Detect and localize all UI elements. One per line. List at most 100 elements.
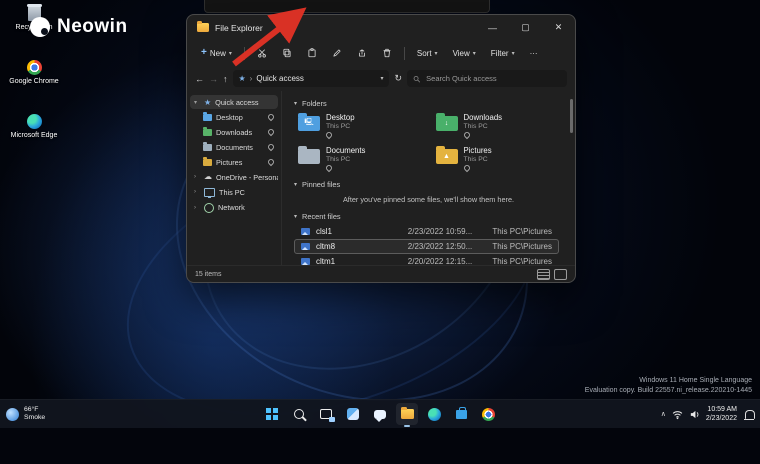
folder-tile-desktop[interactable]: 🖳 Desktop This PC [294,111,426,142]
minimize-button[interactable]: — [476,15,509,40]
documents-folder-icon [203,144,212,151]
chat-button[interactable] [369,403,391,425]
share-icon [357,48,367,58]
sidebar-item-label: Quick access [215,98,258,107]
desktop-folder-icon: 🖳 [298,116,320,131]
chevron-expanded-icon[interactable]: ▾ [294,181,297,188]
breadcrumb[interactable]: ★ › Quick access ▾ [233,70,390,87]
recent-file-row-selected[interactable]: cltm8 2/23/2022 12:50... This PC\Picture… [294,239,559,254]
chat-icon [374,410,386,419]
onedrive-cloud-icon: ☁ [204,173,212,181]
sidebar-item-documents[interactable]: Documents [199,140,278,154]
chevron-expanded-icon[interactable]: ▾ [194,99,200,106]
taskbar-edge-button[interactable] [423,403,445,425]
widgets-button[interactable] [342,403,364,425]
breadcrumb-root[interactable]: Quick access [256,74,304,83]
recent-file-row[interactable]: cltm1 2/20/2022 12:15... This PC\Picture… [294,254,559,265]
search-icon [294,409,304,419]
sidebar-item-label: Documents [216,143,253,152]
chevron-expanded-icon[interactable]: ▾ [294,100,297,107]
sidebar-item-onedrive[interactable]: › ☁ OneDrive - Personal [190,170,278,184]
forward-button[interactable]: → [209,74,218,84]
copy-button[interactable] [276,45,298,61]
desktop-icon-microsoft-edge[interactable]: Microsoft Edge [8,114,60,140]
sidebar-item-downloads[interactable]: Downloads [199,125,278,139]
recent-file-row[interactable]: clsl1 2/23/2022 10:59... This PC\Picture… [294,224,559,239]
new-button-label: New [210,49,226,58]
scrollbar[interactable] [570,99,573,133]
desktop-top-search-bar[interactable] [204,0,490,13]
large-icons-view-toggle[interactable] [554,269,567,280]
more-options-button[interactable]: ··· [524,46,544,61]
share-button[interactable] [351,45,373,61]
chevron-down-icon[interactable]: ▾ [380,75,383,82]
task-view-icon [320,409,332,419]
start-button[interactable] [261,403,283,425]
recent-files-section-header[interactable]: ▾ Recent files [294,212,563,221]
search-box[interactable] [407,70,567,87]
search-icon [413,75,420,83]
rename-button[interactable] [326,45,348,61]
watermark-build: Evaluation copy. Build 22557.ni_release.… [585,386,752,396]
chevron-collapsed-icon[interactable]: › [194,189,200,195]
notification-bell-icon[interactable] [745,410,755,419]
sidebar-item-this-pc[interactable]: › This PC [190,185,278,199]
view-button[interactable]: View ▾ [447,46,482,61]
taskbar-file-explorer-button[interactable] [396,403,418,425]
wifi-icon[interactable] [672,409,683,420]
folder-tile-documents[interactable]: Documents This PC [294,144,426,175]
desktop-icon-google-chrome[interactable]: Google Chrome [8,60,60,86]
desktop-folder-icon [203,114,212,121]
folder-tile-pictures[interactable]: ▲ Pictures This PC [432,144,564,175]
pin-icon [267,158,275,166]
hidden-icons-chevron[interactable]: ∧ [661,410,666,418]
quick-access-star-icon: ★ [204,98,211,107]
maximize-button[interactable]: ▢ [509,15,542,40]
file-modified-date: 2/23/2022 12:50... [408,242,487,251]
folder-tile-location: This PC [464,123,503,131]
folders-section-header[interactable]: ▾ Folders [294,99,563,108]
taskbar-chrome-button[interactable] [477,403,499,425]
pictures-folder-icon: ▲ [436,149,458,164]
sort-button[interactable]: Sort ▾ [411,46,444,61]
rename-icon [332,48,342,58]
taskbar-search-button[interactable] [288,403,310,425]
delete-button[interactable] [376,45,398,61]
this-pc-icon [204,188,215,197]
command-bar: + New ▾ Sort ▾ View ▾ [187,40,575,66]
sidebar-item-pictures[interactable]: Pictures [199,155,278,169]
chevron-collapsed-icon[interactable]: › [194,174,200,180]
up-button[interactable]: ↑ [223,74,228,84]
task-view-button[interactable] [315,403,337,425]
titlebar[interactable]: File Explorer — ▢ ✕ [187,15,575,40]
new-button[interactable]: + New ▾ [195,45,238,61]
clock[interactable]: 10:59 AM 2/23/2022 [706,405,737,423]
sidebar-item-network[interactable]: › Network [190,200,278,215]
pinned-files-empty-message: After you've pinned some files, we'll sh… [294,195,563,204]
back-button[interactable]: ← [195,74,204,84]
weather-icon [6,408,19,421]
breadcrumb-separator-icon: › [250,74,253,83]
weather-condition: Smoke [24,414,45,422]
sidebar-item-desktop[interactable]: Desktop [199,110,278,124]
weather-widget[interactable]: 66°F Smoke [6,406,45,423]
cut-button[interactable] [251,45,273,61]
folder-tile-location: This PC [326,123,355,131]
refresh-button[interactable]: ↻ [394,73,402,84]
weather-temp: 66°F [24,406,45,414]
chevron-collapsed-icon[interactable]: › [194,205,200,211]
close-button[interactable]: ✕ [542,15,575,40]
neowin-logo-icon [30,17,50,37]
pinned-files-section-header[interactable]: ▾ Pinned files [294,180,563,189]
folder-tile-downloads[interactable]: ↓ Downloads This PC [432,111,564,142]
volume-icon[interactable] [689,409,700,420]
filter-button[interactable]: Filter ▾ [485,46,521,61]
chevron-expanded-icon[interactable]: ▾ [294,213,297,220]
details-view-toggle[interactable] [537,269,550,280]
file-location: This PC\Pictures [492,227,552,236]
paste-button[interactable] [301,45,323,61]
neowin-logo: Neowin [30,16,128,38]
search-input[interactable] [424,73,561,84]
sidebar-item-quick-access[interactable]: ▾ ★ Quick access [190,95,278,109]
taskbar-store-button[interactable] [450,403,472,425]
